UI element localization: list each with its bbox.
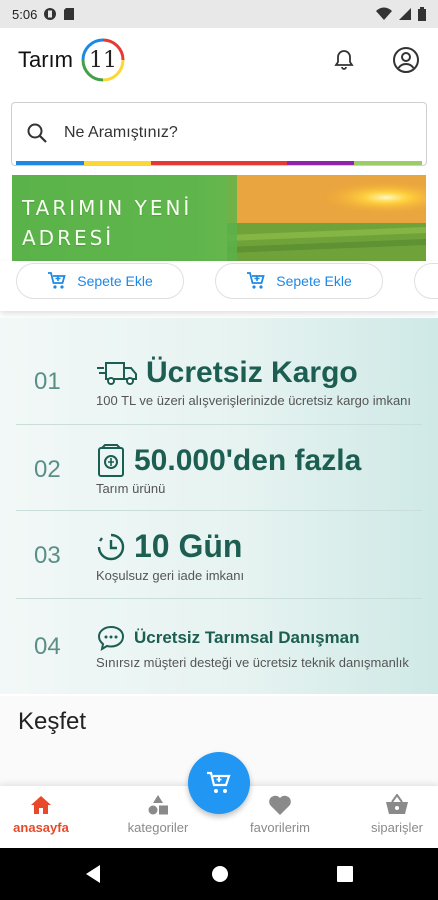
home-circle-icon[interactable]: [210, 864, 230, 884]
banner-headline: TARIMIN YENİ ADRESİ: [22, 193, 192, 253]
feature-description: Koşulsuz geri iade imkanı: [96, 568, 245, 583]
nav-item-favorites[interactable]: favorilerim: [230, 794, 330, 835]
system-navigation-bar: [0, 848, 438, 900]
user-icon: [393, 47, 419, 73]
nav-label: anasayfa: [13, 820, 69, 835]
add-to-cart-button[interactable]: Sepete Ekle: [215, 263, 383, 299]
feature-item: 04 Ücretsiz Tarımsal Danışman Sınırsız m…: [16, 606, 422, 688]
notifications-button[interactable]: [330, 46, 358, 74]
chat-icon: [97, 625, 125, 651]
recents-icon[interactable]: [336, 864, 354, 884]
search-color-stripe: [16, 161, 423, 165]
status-time: 5:06: [12, 6, 38, 22]
wifi-icon: [376, 7, 392, 20]
sd-card-icon: [64, 8, 75, 20]
heart-icon: [269, 795, 291, 815]
add-cart-icon: [48, 272, 66, 289]
feature-number: 01: [34, 368, 61, 395]
status-bar: 5:06: [0, 0, 438, 28]
products-carousel: Sepete Ekle Sepete Ekle: [0, 261, 438, 311]
home-icon: [31, 796, 51, 814]
banner-line-2: ADRESİ: [22, 226, 115, 250]
feature-item: 02 50.000'den fazla Tarım ürünü: [16, 430, 422, 510]
search-input[interactable]: Ne Aramıştınız?: [64, 124, 178, 142]
feature-number: 03: [34, 542, 61, 569]
feature-title: Ücretsiz Kargo: [146, 355, 358, 389]
brand-logo[interactable]: Tarım 11: [18, 36, 127, 84]
discover-title: Keşfet: [18, 708, 87, 735]
bell-icon: [334, 50, 354, 70]
product-box-icon: [98, 443, 124, 477]
feature-title: 10 Gün: [134, 528, 243, 564]
brand-text: Tarım: [18, 47, 73, 72]
feature-item: 03 10 Gün Koşulsuz geri iade imkanı: [16, 516, 422, 596]
battery-icon: [418, 7, 426, 21]
clock-icon: [97, 533, 125, 560]
feature-title: Ücretsiz Tarımsal Danışman: [134, 627, 360, 647]
feature-description: 100 TL ve üzeri alışverişlerinizde ücret…: [96, 392, 412, 408]
feature-title: 50.000'den fazla: [134, 443, 362, 477]
nav-label: siparişler: [370, 820, 423, 835]
back-icon[interactable]: [84, 864, 102, 884]
profile-button[interactable]: [392, 46, 420, 74]
app-header: Tarım 11: [0, 28, 438, 92]
feature-number: 04: [34, 633, 61, 660]
feature-divider: [16, 598, 422, 599]
add-to-cart-label: Sepete Ekle: [276, 273, 352, 289]
promo-banner[interactable]: TARIMIN YENİ ADRESİ: [12, 175, 426, 261]
feature-divider: [16, 424, 422, 425]
search-icon: [27, 123, 47, 143]
nav-label: favorilerim: [250, 820, 310, 835]
basket-icon: [386, 794, 408, 814]
logo-ring: 11: [79, 36, 127, 84]
feature-description: Tarım ürünü: [96, 480, 166, 496]
banner-line-1: TARIMIN YENİ: [22, 196, 193, 220]
nav-label: kategoriler: [127, 820, 189, 835]
search-box[interactable]: Ne Aramıştınız?: [11, 102, 427, 166]
add-to-cart-button-partial[interactable]: [414, 263, 438, 299]
cart-icon: [207, 771, 231, 793]
feature-item: 01 Ücretsiz Kargo 100 TL ve üzeri alışve…: [16, 338, 422, 426]
categories-icon: [148, 795, 168, 815]
feature-divider: [16, 510, 422, 511]
logo-number: 11: [89, 47, 117, 73]
app-notification-icon: [44, 8, 57, 20]
feature-description: Sınırsız müşteri desteği ve ücretsiz tek…: [96, 654, 409, 670]
add-to-cart-label: Sepete Ekle: [77, 273, 153, 289]
feature-number: 02: [34, 456, 61, 483]
add-to-cart-button[interactable]: Sepete Ekle: [16, 263, 184, 299]
nav-item-orders[interactable]: siparişler: [347, 794, 438, 835]
add-cart-icon: [247, 272, 265, 289]
nav-item-home[interactable]: anasayfa: [0, 794, 91, 835]
cart-fab-button[interactable]: [188, 752, 250, 814]
features-section: 01 Ücretsiz Kargo 100 TL ve üzeri alışve…: [0, 318, 438, 694]
truck-icon: [97, 361, 137, 385]
signal-icon: [399, 8, 411, 20]
